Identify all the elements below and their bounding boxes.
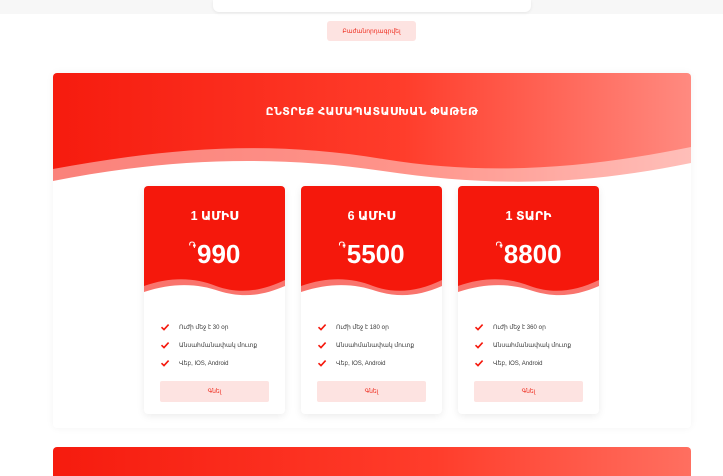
feature-label: Վեբ, IOS, Android	[179, 360, 229, 367]
check-icon	[160, 324, 170, 331]
plan-period: 1 ՏԱՐԻ	[505, 209, 552, 223]
top-card	[213, 0, 531, 12]
feature-item: Ուժի մեջ է 360 օր	[474, 318, 571, 336]
feature-list: Ուժի մեջ է 180 օր Անսահմանափակ մուտք Վեբ…	[317, 318, 414, 372]
feature-label: Անսահմանափակ մուտք	[493, 342, 572, 349]
plan-card-6-months: 6 ԱՄԻՍ ֏5500 Ուժի մեջ է 180 օր Անսահմանա…	[301, 186, 442, 414]
plan-card-1-month: 1 ԱՄԻՍ ֏990 Ուժի մեջ է 30 օր Անսահմանափա…	[144, 186, 285, 414]
buy-button-6-months[interactable]: Գնել	[317, 381, 426, 402]
feature-label: Ուժի մեջ է 360 օր	[493, 324, 546, 331]
feature-item: Ուժի մեջ է 180 օր	[317, 318, 414, 336]
section-title: ԸՆՏՐԵՔ ՀԱՄԱՊԱՏԱՍԽԱՆ ՓԱԹԵԹ	[265, 106, 479, 118]
feature-item: Անսահմանափակ մուտք	[317, 336, 414, 354]
feature-list: Ուժի մեջ է 360 օր Անսահմանափակ մուտք Վեբ…	[474, 318, 571, 372]
plan-price: ֏990	[144, 239, 285, 270]
currency-symbol: ֏	[338, 241, 346, 252]
pricing-section: ԸՆՏՐԵՔ ՀԱՄԱՊԱՏԱՍԽԱՆ ՓԱԹԵԹ 1 ԱՄԻՍ ֏990 Ու…	[53, 73, 691, 428]
price-value: 5500	[346, 239, 405, 269]
plan-header: 6 ԱՄԻՍ ֏5500	[301, 186, 442, 302]
feature-label: Վեբ, IOS, Android	[336, 360, 386, 367]
check-icon	[474, 360, 484, 367]
feature-label: Ուժի մեջ է 180 օր	[336, 324, 389, 331]
feature-label: Անսահմանափակ մուտք	[179, 342, 258, 349]
check-icon	[474, 324, 484, 331]
currency-symbol: ֏	[495, 241, 503, 252]
plan-period: 1 ԱՄԻՍ	[190, 209, 239, 223]
check-icon	[317, 342, 327, 349]
feature-list: Ուժի մեջ է 30 օր Անսահմանափակ մուտք Վեբ,…	[160, 318, 257, 372]
check-icon	[317, 324, 327, 331]
check-icon	[160, 342, 170, 349]
check-icon	[160, 360, 170, 367]
price-value: 8800	[503, 239, 562, 269]
plan-wave	[458, 279, 599, 302]
feature-label: Վեբ, IOS, Android	[493, 360, 543, 367]
plan-header: 1 ԱՄԻՍ ֏990	[144, 186, 285, 302]
feature-item: Անսահմանափակ մուտք	[160, 336, 257, 354]
plan-wave	[144, 279, 285, 302]
price-value: 990	[196, 239, 241, 269]
feature-item: Վեբ, IOS, Android	[474, 354, 571, 372]
feature-item: Անսահմանափակ մուտք	[474, 336, 571, 354]
plan-header: 1 ՏԱՐԻ ֏8800	[458, 186, 599, 302]
buy-button-1-month[interactable]: Գնել	[160, 381, 269, 402]
buy-button-1-year[interactable]: Գնել	[474, 381, 583, 402]
plan-price: ֏5500	[301, 239, 442, 270]
plan-period: 6 ԱՄԻՍ	[347, 209, 396, 223]
plan-card-1-year: 1 ՏԱՐԻ ֏8800 Ուժի մեջ է 360 օր Անսահմանա…	[458, 186, 599, 414]
feature-item: Վեբ, IOS, Android	[160, 354, 257, 372]
check-icon	[474, 342, 484, 349]
feature-item: Վեբ, IOS, Android	[317, 354, 414, 372]
next-section-header	[53, 447, 691, 476]
plan-price: ֏8800	[458, 239, 599, 270]
feature-label: Ուժի մեջ է 30 օր	[179, 324, 229, 331]
check-icon	[317, 360, 327, 367]
feature-label: Անսահմանափակ մուտք	[336, 342, 415, 349]
feature-item: Ուժի մեջ է 30 օր	[160, 318, 257, 336]
currency-symbol: ֏	[188, 241, 196, 252]
subscribe-button[interactable]: Բաժանորդագրվել	[327, 21, 416, 41]
plan-wave	[301, 279, 442, 302]
